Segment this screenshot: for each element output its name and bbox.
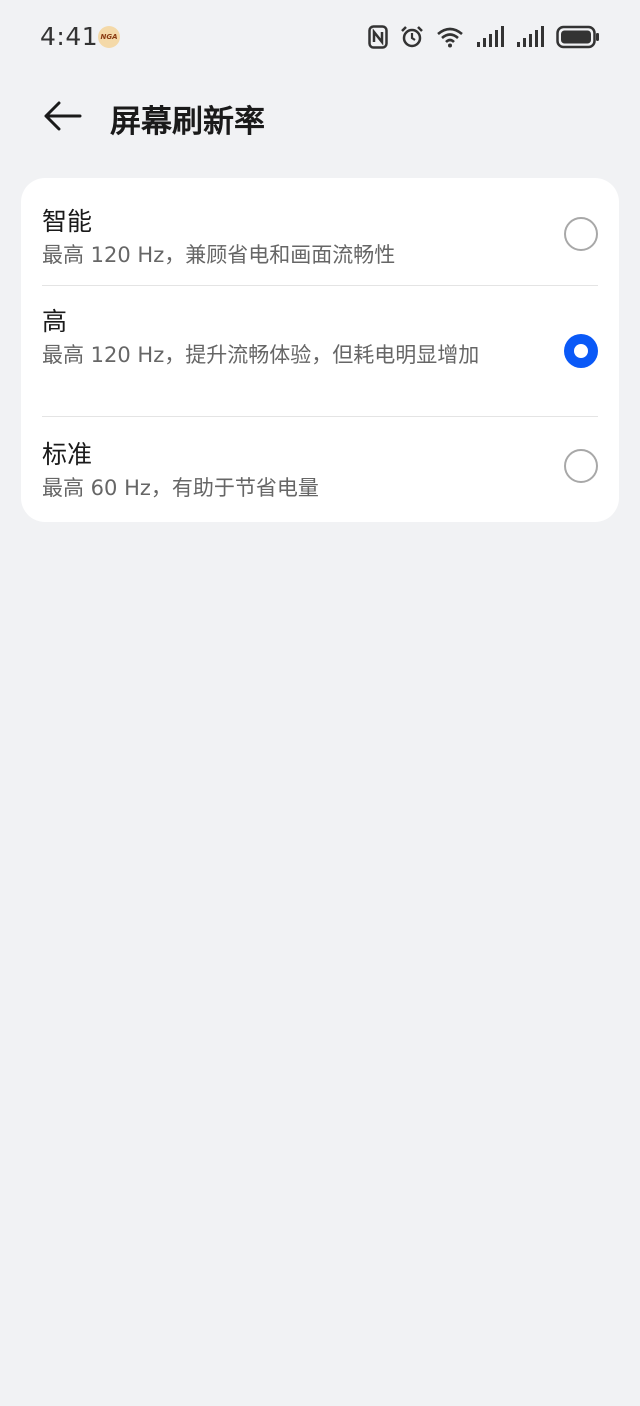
option-description: 最高 120 Hz，提升流畅体验，但耗电明显增加 <box>42 343 480 367</box>
radio-high[interactable] <box>564 334 598 368</box>
option-description: 最高 120 Hz，兼顾省电和画面流畅性 <box>42 243 396 267</box>
option-high[interactable]: 高 最高 120 Hz，提升流畅体验，但耗电明显增加 <box>21 286 619 416</box>
status-icons <box>368 22 600 52</box>
arrow-left-icon <box>42 100 82 136</box>
option-smart[interactable]: 智能 最高 120 Hz，兼顾省电和画面流畅性 <box>21 178 619 285</box>
nga-app-icon: NGA <box>98 26 120 48</box>
battery-icon <box>556 25 600 49</box>
option-standard[interactable]: 标准 最高 60 Hz，有助于节省电量 <box>21 417 619 522</box>
option-title: 标准 <box>42 440 93 469</box>
wifi-icon <box>436 26 464 48</box>
nfc-icon <box>368 25 388 49</box>
back-button[interactable] <box>34 92 90 144</box>
option-title: 智能 <box>42 207 93 236</box>
signal-1-icon <box>476 26 504 48</box>
alarm-icon <box>400 25 424 49</box>
status-bar: 4:41 NGA <box>0 0 640 74</box>
option-description: 最高 60 Hz，有助于节省电量 <box>42 476 319 500</box>
radio-standard[interactable] <box>564 449 598 483</box>
signal-2-icon <box>516 26 544 48</box>
page-title: 屏幕刷新率 <box>110 104 265 140</box>
radio-smart[interactable] <box>564 217 598 251</box>
option-title: 高 <box>42 307 68 336</box>
app-header: 屏幕刷新率 <box>0 74 640 162</box>
status-time: 4:41 <box>40 22 99 51</box>
refresh-rate-options-card: 智能 最高 120 Hz，兼顾省电和画面流畅性 高 最高 120 Hz，提升流畅… <box>21 178 619 522</box>
